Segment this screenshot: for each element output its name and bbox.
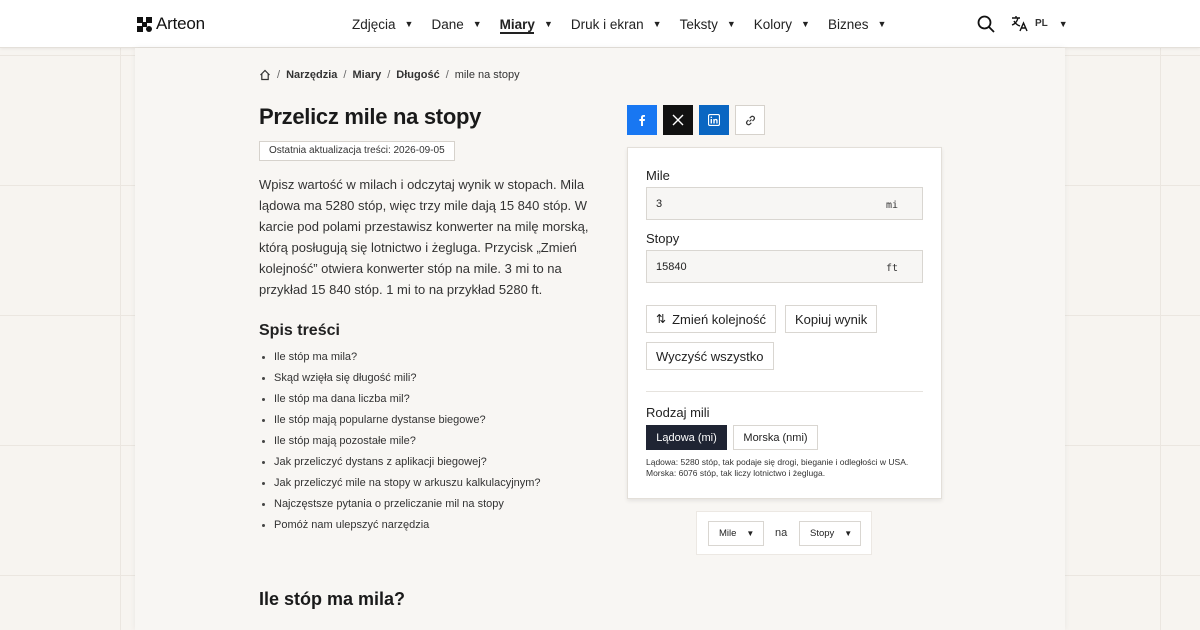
nav-label: Teksty <box>679 16 718 32</box>
from-unit-select[interactable]: Mile ▼ <box>708 521 764 546</box>
toc-link[interactable]: Jak przeliczyć mile na stopy w arkuszu k… <box>259 473 541 494</box>
last-updated-badge: Ostatnia aktualizacja treści: 2026-09-05 <box>259 141 455 161</box>
section-heading: Ile stóp ma mila? <box>259 589 406 609</box>
divider <box>646 391 923 392</box>
chevron-down-icon: ▼ <box>1058 18 1068 29</box>
chevron-down-icon: ▼ <box>877 19 887 29</box>
nav-item-kolory[interactable]: Kolory ▼ <box>754 0 810 48</box>
toc-link[interactable]: Ile stóp mają pozostałe mile? <box>259 431 541 452</box>
chevron-down-icon: ▼ <box>746 529 755 538</box>
swap-order-button[interactable]: ⇅ Zmień kolejność <box>646 305 776 333</box>
chevron-down-icon: ▼ <box>472 19 482 29</box>
chevron-down-icon: ▼ <box>726 19 736 29</box>
nav-label: Druk i ekran <box>570 16 644 32</box>
page-title: Przelicz mile na stopy <box>259 104 482 129</box>
nav-item-teksty[interactable]: Teksty ▼ <box>680 0 736 48</box>
miles-input[interactable] <box>647 188 867 219</box>
mile-type-note: Lądowa: 5280 stóp, tak podaje się drogi,… <box>646 457 909 478</box>
nav-label: Dane <box>431 16 464 32</box>
unit-selector: Mile ▼ na Stopy ▼ <box>696 511 872 555</box>
unit-connector: na <box>775 527 788 539</box>
brand-logo[interactable]: Arteon <box>137 14 205 34</box>
nav-label: Kolory <box>753 16 793 32</box>
search-icon <box>977 15 995 33</box>
miles-unit: mi <box>885 200 898 211</box>
brand-name: Arteon <box>156 14 205 33</box>
breadcrumb-current: mile na stopy <box>454 69 520 81</box>
swap-arrows-icon: ⇅ <box>656 312 667 326</box>
language-code: PL <box>1035 18 1048 29</box>
clear-all-label: Wyczyść wszystko <box>656 348 764 364</box>
breadcrumb-separator: / <box>445 69 449 81</box>
link-icon <box>745 115 755 125</box>
toc-title: Spis treści <box>259 322 340 339</box>
to-field-label: Stopy <box>646 231 680 246</box>
nav-item-biznes[interactable]: Biznes ▼ <box>828 0 886 48</box>
mile-type-land-option[interactable]: Lądowa (mi) <box>646 425 727 450</box>
breadcrumb-separator: / <box>277 69 281 81</box>
intro-text: Wpisz wartość w milach i odczytaj wynik … <box>259 177 589 297</box>
breadcrumb: / Narzędzia / Miary / Długość / mile na … <box>259 69 520 81</box>
feet-unit: ft <box>885 263 898 274</box>
nav-item-miary[interactable]: Miary ▼ <box>499 0 553 48</box>
share-bar <box>627 105 765 135</box>
chevron-down-icon: ▼ <box>844 529 853 538</box>
to-unit-select[interactable]: Stopy ▼ <box>799 521 861 546</box>
toc-link[interactable]: Ile stóp ma dana liczba mil? <box>259 389 541 410</box>
nav-label: Miary <box>499 16 535 32</box>
breadcrumb-link-dlugosc[interactable]: Długość <box>396 69 439 81</box>
arteon-logo-icon <box>137 16 152 32</box>
toc-link[interactable]: Skąd wzięła się długość mili? <box>259 368 541 389</box>
toc-link[interactable]: Najczęstsze pytania o przeliczanie mil n… <box>259 494 541 515</box>
toc-link[interactable]: Ile stóp ma mila? <box>259 347 541 368</box>
nav-label: Biznes <box>827 16 869 32</box>
x-icon <box>672 114 684 126</box>
feet-input-wrapper: ft <box>646 250 923 283</box>
swap-order-label: Zmień kolejność <box>672 311 766 327</box>
table-of-contents: Ile stóp ma mila? Skąd wzięła się długoś… <box>259 347 541 536</box>
chevron-down-icon: ▼ <box>801 19 810 29</box>
miles-input-wrapper: mi <box>646 187 923 220</box>
converter-card: Mile mi Stopy ft ⇅ Zmień kolejność Kopiu… <box>627 147 942 499</box>
main-nav: Zdjęcia ▼ Dane ▼ Miary ▼ Druk i ekran ▼ Teks… <box>352 0 904 48</box>
share-x-button[interactable] <box>663 105 693 135</box>
breadcrumb-separator: / <box>343 69 347 81</box>
facebook-icon <box>639 115 645 126</box>
nav-item-dane[interactable]: Dane ▼ <box>431 0 481 48</box>
language-switcher[interactable]: PL ▼ <box>1011 15 1068 32</box>
chevron-down-icon: ▼ <box>404 19 414 29</box>
toc-link[interactable]: Pomóż nam ulepszyć narzędzia <box>259 515 541 536</box>
top-header: Arteon Zdjęcia ▼ Dane ▼ Miary ▼ Druk i ekra… <box>0 0 1200 48</box>
chevron-down-icon: ▼ <box>543 19 553 29</box>
breadcrumb-link-miary[interactable]: Miary <box>352 69 381 81</box>
nav-item-druk-i-ekran[interactable]: Druk i ekran ▼ <box>571 0 662 48</box>
copy-link-button[interactable] <box>735 105 765 135</box>
from-unit-value: Mile <box>719 528 737 539</box>
breadcrumb-separator: / <box>387 69 391 81</box>
chevron-down-icon: ▼ <box>652 19 662 29</box>
clear-all-button[interactable]: Wyczyść wszystko <box>646 342 774 370</box>
translate-icon <box>1011 16 1028 32</box>
mile-type-label: Rodzaj mili <box>646 405 710 420</box>
feet-input[interactable] <box>647 251 867 282</box>
nav-label: Zdjęcia <box>352 16 396 32</box>
copy-result-button[interactable]: Kopiuj wynik <box>785 305 878 333</box>
nav-item-zdjecia[interactable]: Zdjęcia ▼ <box>352 0 413 48</box>
home-icon[interactable] <box>259 69 271 81</box>
breadcrumb-link-narzedzia[interactable]: Narzędzia <box>286 69 337 81</box>
toc-link[interactable]: Ile stóp mają popularne dystanse biegowe… <box>259 410 541 431</box>
to-unit-value: Stopy <box>810 528 835 539</box>
linkedin-icon <box>708 114 720 126</box>
mile-type-nautical-option[interactable]: Morska (nmi) <box>733 425 818 450</box>
from-field-label: Mile <box>646 168 670 183</box>
toc-link[interactable]: Jak przeliczyć dystans z aplikacji biego… <box>259 452 541 473</box>
copy-result-label: Kopiuj wynik <box>795 311 868 327</box>
share-facebook-button[interactable] <box>627 105 657 135</box>
share-linkedin-button[interactable] <box>699 105 729 135</box>
search-button[interactable] <box>977 15 995 38</box>
